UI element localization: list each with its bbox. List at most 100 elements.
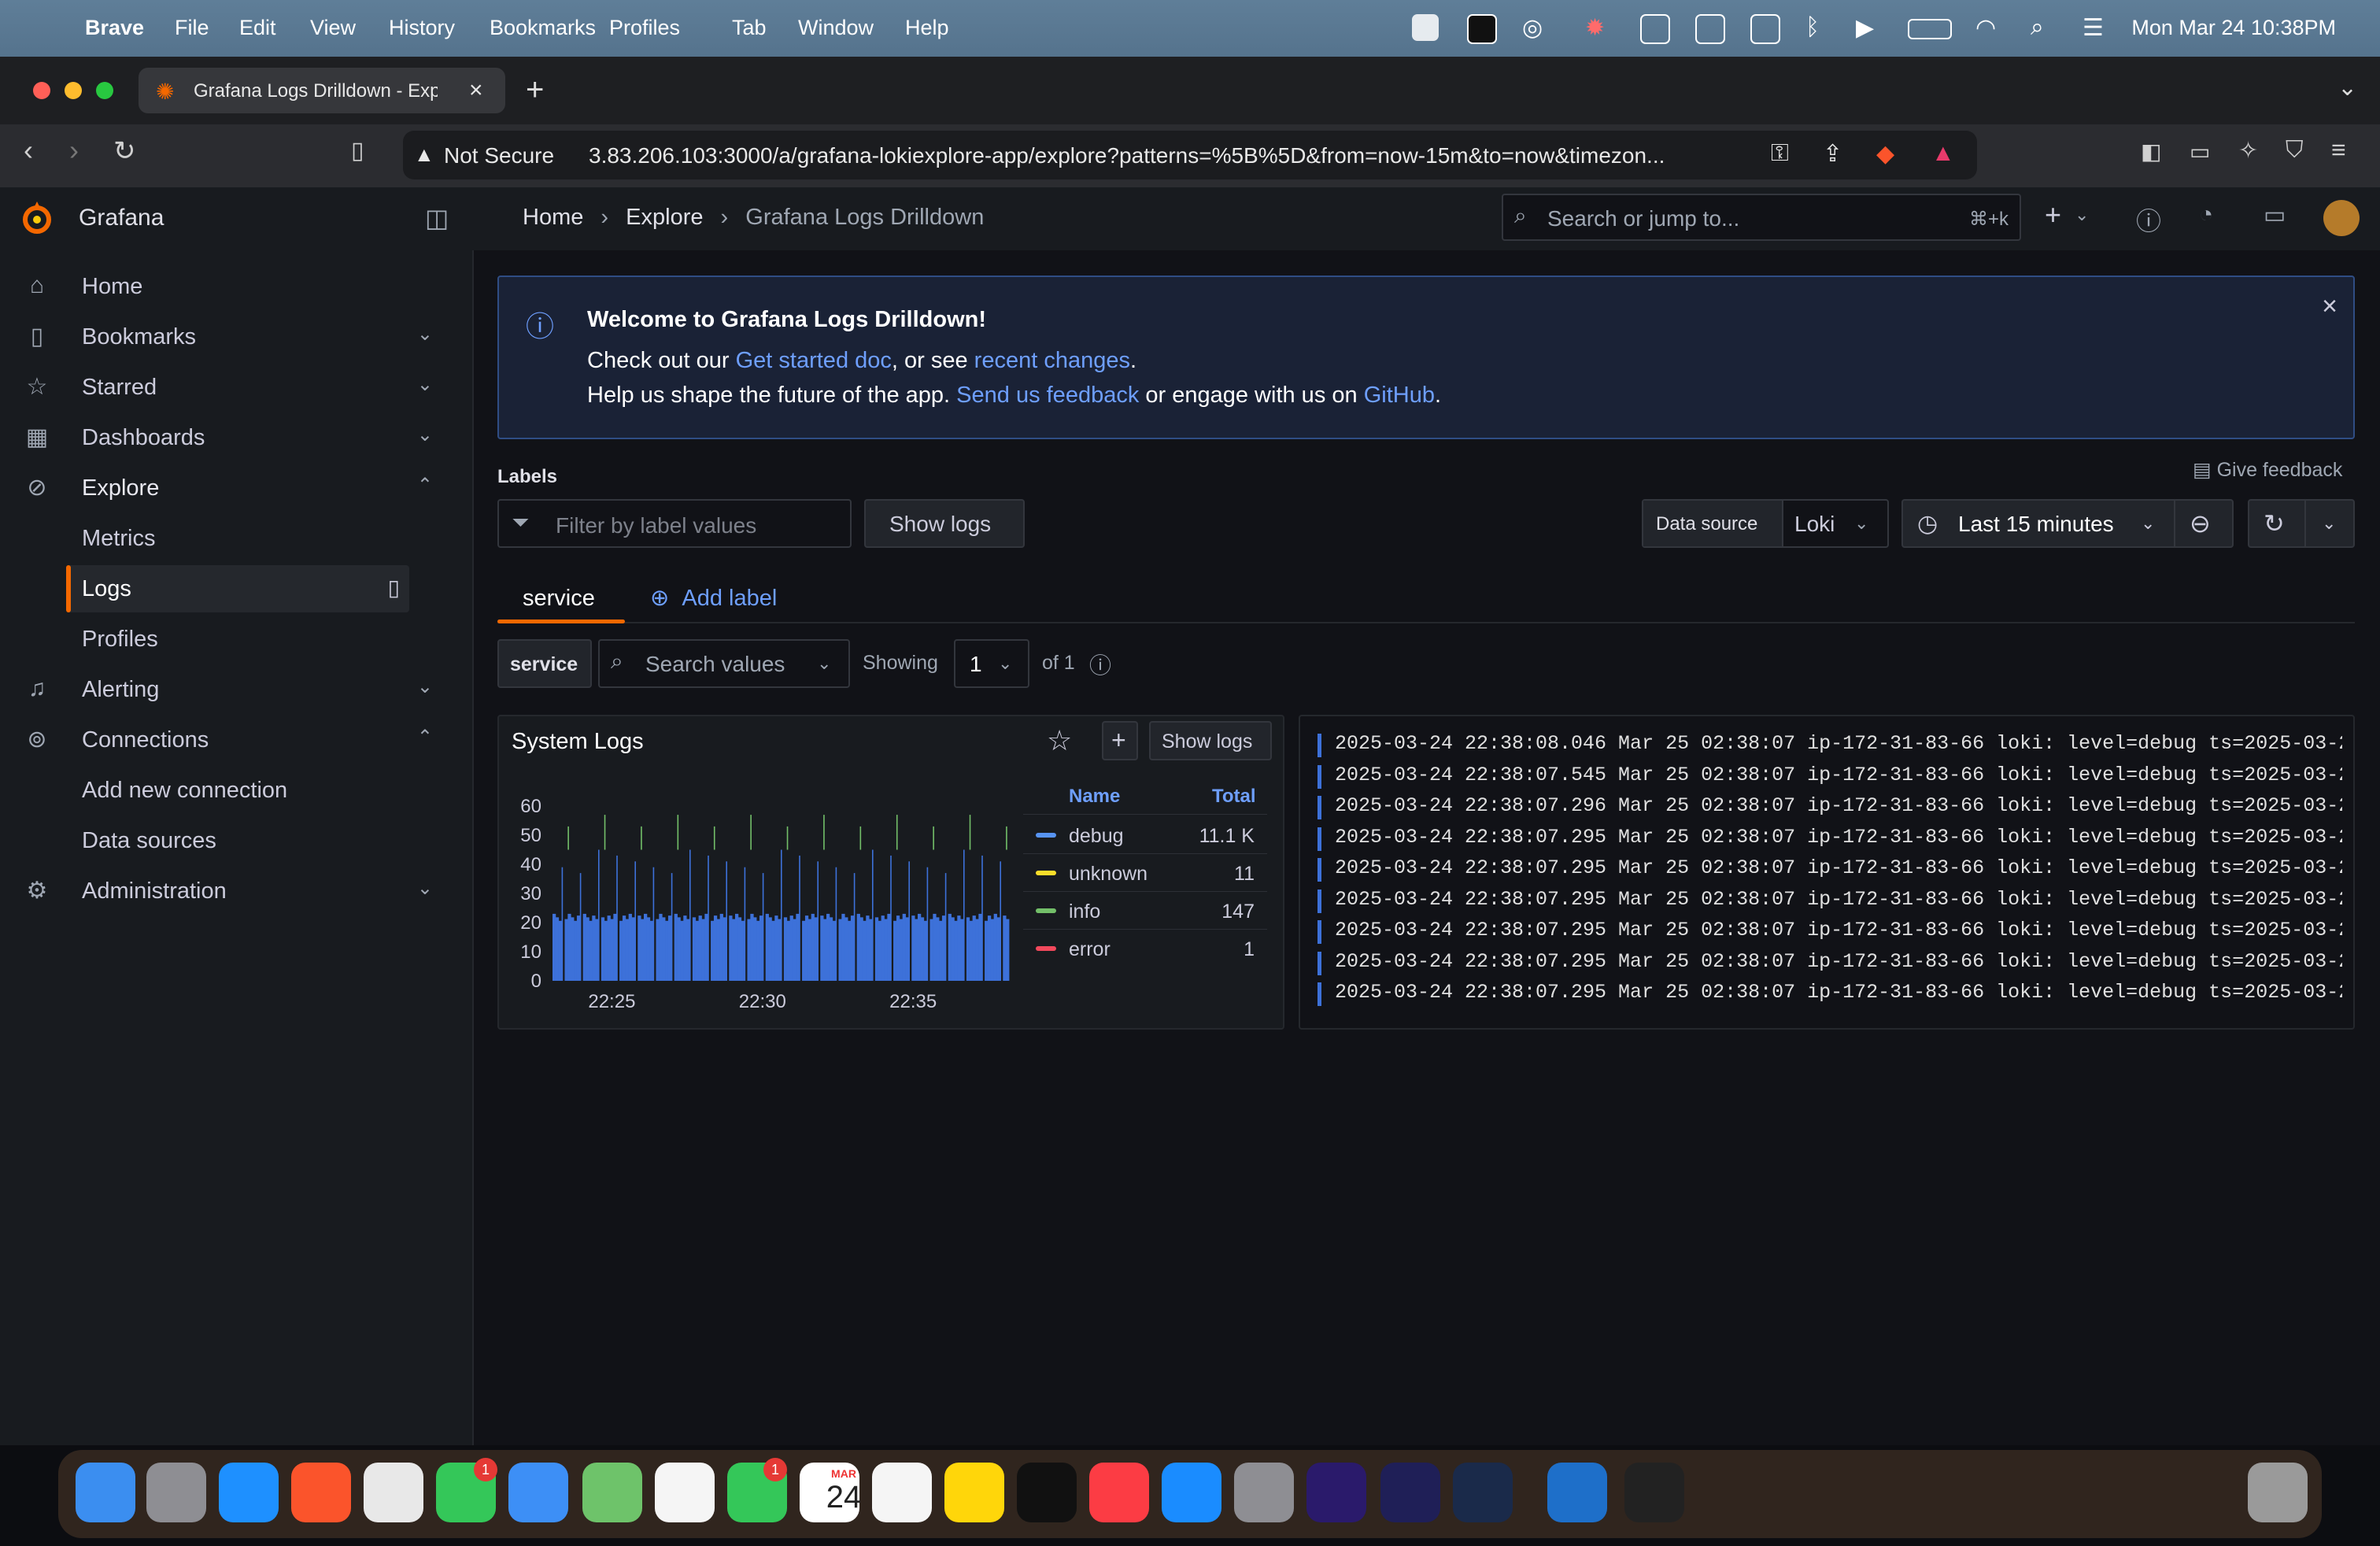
get-started-doc-link[interactable]: Get started doc xyxy=(736,348,892,373)
menu-history[interactable]: History xyxy=(389,16,455,40)
sidebar-item-home[interactable]: ⌂ Home xyxy=(0,263,441,310)
dock-notes-icon[interactable] xyxy=(944,1463,1004,1522)
menu-file[interactable]: File xyxy=(175,16,209,40)
dock-brave-icon[interactable] xyxy=(291,1463,351,1522)
legend-header-total[interactable]: Total xyxy=(1212,786,1256,808)
sidebar-item-administration[interactable]: ⚙ Administration ⌄ xyxy=(0,867,441,915)
datasource-picker[interactable]: Data source Loki ⌄ xyxy=(1642,499,1889,548)
star-icon[interactable]: ☆ xyxy=(1047,724,1072,757)
sidebar-item-connections[interactable]: ⊚ Connections ⌃ xyxy=(0,716,441,764)
chevron-up-icon[interactable]: ⌃ xyxy=(417,474,433,497)
vpn-shield-icon[interactable]: ⛉ xyxy=(2286,137,2304,164)
dock-mail-icon[interactable] xyxy=(508,1463,568,1522)
dock-terminal-icon[interactable] xyxy=(1624,1463,1684,1522)
address-bar[interactable]: ▲ Not Secure 3.83.206.103:3000/a/grafana… xyxy=(403,131,1977,179)
tray-media-icon[interactable] xyxy=(1412,14,1439,41)
show-logs-button[interactable]: Show logs xyxy=(864,499,1025,548)
spotlight-search-icon[interactable]: ⌕ xyxy=(2031,14,2057,41)
new-tab-icon[interactable]: + xyxy=(526,72,544,108)
menu-view[interactable]: View xyxy=(310,16,356,40)
news-rss-icon[interactable]: ◔ xyxy=(2199,202,2213,228)
sidebar-item-profiles[interactable]: Profiles xyxy=(0,616,441,663)
menu-edit[interactable]: Edit xyxy=(239,16,276,40)
log-line[interactable]: 2025-03-24 22:38:08.046 Mar 25 02:38:07 … xyxy=(1335,732,2342,755)
brave-rewards-icon[interactable]: ▲ xyxy=(1931,140,1955,167)
back-icon[interactable]: ‹ xyxy=(24,134,33,167)
key-icon[interactable]: ⚿ xyxy=(1771,140,1789,167)
time-range-picker[interactable]: ◷ Last 15 minutes ⌄ ⊖ xyxy=(1901,499,2234,548)
url-text[interactable]: 3.83.206.103:3000/a/grafana-lokiexplore-… xyxy=(589,143,1665,168)
share-icon[interactable]: ⇪ xyxy=(1823,140,1842,168)
search-values-select[interactable]: ⌕ Search values ⌄ xyxy=(598,639,850,688)
leo-ai-icon[interactable]: ✧ xyxy=(2238,137,2258,165)
dock-tv-icon[interactable] xyxy=(1017,1463,1077,1522)
log-volume-chart[interactable]: 60 50 40 30 20 10 0 22:25 22:30 22:35 xyxy=(504,779,1023,1015)
dock-after-effects-icon[interactable] xyxy=(1380,1463,1440,1522)
menu-tab[interactable]: Tab xyxy=(732,16,767,40)
menu-window[interactable]: Window xyxy=(798,16,874,40)
sidebar-item-add-new-connection[interactable]: Add new connection xyxy=(0,767,441,814)
legend-row-debug[interactable]: debug 11.1 K xyxy=(1023,816,1267,854)
menu-profiles[interactable]: Profiles xyxy=(609,16,680,40)
chevron-down-icon[interactable]: ⌄ xyxy=(417,675,433,698)
bluetooth-icon[interactable]: ᛒ xyxy=(1805,14,1832,41)
dock-safari-icon[interactable] xyxy=(219,1463,279,1522)
brave-shields-icon[interactable]: ◆ xyxy=(1876,140,1894,168)
label-filter-input[interactable]: ⏷ Filter by label values xyxy=(497,499,852,548)
new-chevron-down-icon[interactable]: ⌄ xyxy=(2075,205,2089,225)
dock-launchpad-icon[interactable] xyxy=(146,1463,206,1522)
chevron-up-icon[interactable]: ⌃ xyxy=(417,726,433,749)
browser-menu-icon[interactable]: ≡ xyxy=(2331,135,2346,165)
legend-row-error[interactable]: error 1 xyxy=(1023,929,1267,967)
sidebar-item-alerting[interactable]: ♫ Alerting ⌄ xyxy=(0,666,441,713)
window-minimize-button[interactable] xyxy=(65,82,82,99)
tray-app-icon[interactable] xyxy=(1640,14,1670,44)
wifi-icon[interactable]: ◠ xyxy=(1975,14,2002,41)
chevron-down-icon[interactable]: ⌄ xyxy=(417,373,433,396)
tray-display-icon[interactable] xyxy=(1750,14,1780,44)
info-icon[interactable]: ⓘ xyxy=(1089,649,1111,680)
dock-lightroom-icon[interactable] xyxy=(1453,1463,1513,1522)
menubar-clock[interactable]: Mon Mar 24 10:38PM xyxy=(2131,16,2336,40)
tray-monitor-icon[interactable] xyxy=(1695,14,1725,44)
refresh-icon[interactable]: ↻ xyxy=(2264,509,2285,538)
showing-count-select[interactable]: 1 ⌄ xyxy=(954,639,1029,688)
dock-reminders-icon[interactable] xyxy=(872,1463,932,1522)
user-avatar[interactable] xyxy=(2323,200,2360,236)
kiosk-monitor-icon[interactable]: ▭ xyxy=(2264,202,2286,229)
tab-close-icon[interactable]: × xyxy=(469,77,483,104)
zoom-out-icon[interactable]: ⊖ xyxy=(2190,509,2211,538)
security-status[interactable]: Not Secure xyxy=(444,143,554,168)
control-center-icon[interactable]: ☰ xyxy=(2082,14,2109,41)
dock-system-settings-icon[interactable] xyxy=(1234,1463,1294,1522)
legend-row-unknown[interactable]: unknown 11 xyxy=(1023,853,1267,892)
breadcrumb-home[interactable]: Home xyxy=(523,205,583,230)
sidebar-item-logs[interactable]: Logs ▯ xyxy=(66,565,409,612)
dock-finder-icon[interactable] xyxy=(76,1463,135,1522)
tab-service[interactable]: service xyxy=(497,579,625,623)
chevron-down-icon[interactable]: ⌄ xyxy=(417,423,433,446)
legend-header-name[interactable]: Name xyxy=(1069,786,1120,808)
breadcrumb-explore[interactable]: Explore xyxy=(626,205,703,230)
menu-bookmarks[interactable]: Bookmarks xyxy=(490,16,596,40)
add-label-button[interactable]: ⊕ Add label xyxy=(650,584,777,612)
add-to-dashboard-button[interactable]: + xyxy=(1102,721,1138,760)
dock-menu-icon[interactable]: ◫ xyxy=(425,203,449,233)
dock-chrome-icon[interactable] xyxy=(364,1463,423,1522)
chevron-down-icon[interactable]: ⌄ xyxy=(417,877,433,900)
refresh-picker[interactable]: ↻ ⌄ xyxy=(2248,499,2355,548)
tray-play-icon[interactable]: ▶ xyxy=(1856,14,1883,41)
log-line[interactable]: 2025-03-24 22:38:07.295 Mar 25 02:38:07 … xyxy=(1335,950,2342,973)
tray-network-icon[interactable]: ◎ xyxy=(1522,14,1549,41)
log-line[interactable]: 2025-03-24 22:38:07.295 Mar 25 02:38:07 … xyxy=(1335,856,2342,879)
browser-tab-active[interactable]: ✺ Grafana Logs Drilldown - Exp × xyxy=(139,68,505,113)
sidebar-item-dashboards[interactable]: ▦ Dashboards ⌄ xyxy=(0,414,441,461)
dock-trash-icon[interactable] xyxy=(2248,1463,2308,1522)
sidebar-item-data-sources[interactable]: Data sources xyxy=(0,817,441,864)
bookmark-icon[interactable]: ▯ xyxy=(388,575,400,601)
grafana-logo-icon[interactable] xyxy=(17,198,57,238)
tab-list-chevron-icon[interactable]: ⌄ xyxy=(2338,74,2357,102)
battery-icon[interactable] xyxy=(1908,19,1952,39)
panel-show-logs-button[interactable]: Show logs xyxy=(1149,721,1272,760)
chevron-down-icon[interactable]: ⌄ xyxy=(417,323,433,346)
